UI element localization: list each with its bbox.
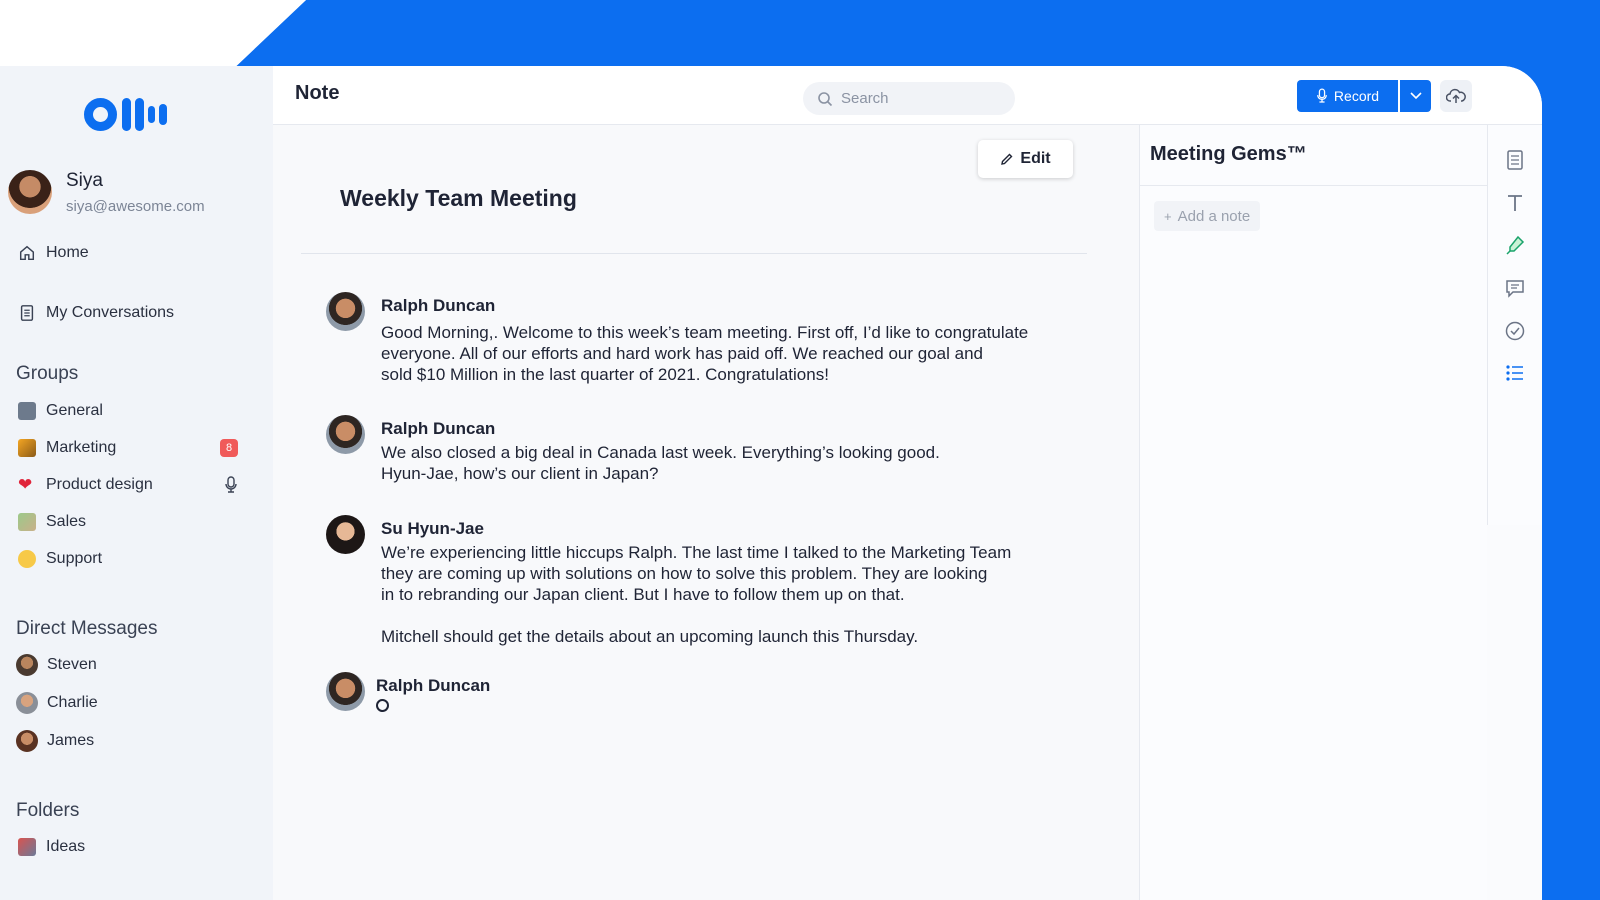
add-note-button[interactable]: + Add a note	[1154, 201, 1261, 231]
search-input[interactable]: Search	[803, 82, 1015, 115]
page-title: Note	[295, 82, 340, 104]
avatar	[16, 730, 38, 752]
meeting-title: Weekly Team Meeting	[340, 185, 577, 211]
mic-icon	[225, 476, 237, 493]
transcript-message[interactable]: Ralph Duncan We also closed a big deal i…	[326, 415, 1086, 495]
check-circle-icon[interactable]	[1504, 320, 1526, 342]
speaker-name: Ralph Duncan	[381, 419, 496, 438]
edit-button[interactable]: Edit	[978, 140, 1073, 178]
group-item-product-design[interactable]: ❤ Product design	[18, 476, 238, 494]
search-placeholder: Search	[841, 90, 889, 107]
dm-label: Charlie	[47, 694, 98, 711]
divider	[301, 253, 1087, 254]
user-name: Siya	[66, 170, 103, 191]
group-item-marketing[interactable]: Marketing 8	[18, 439, 238, 457]
chevron-down-icon	[1409, 92, 1422, 100]
group-label: Marketing	[46, 439, 117, 456]
money-emoji-icon	[18, 513, 36, 531]
avatar	[326, 672, 365, 711]
highlight-icon[interactable]	[1504, 234, 1526, 256]
nav-conversations[interactable]: My Conversations	[18, 304, 174, 322]
group-label: Support	[46, 550, 103, 567]
group-label: Product design	[46, 476, 153, 493]
edit-label: Edit	[1020, 150, 1051, 167]
unread-badge: 8	[220, 439, 238, 457]
speaker-name: Ralph Duncan	[381, 296, 496, 315]
record-label: Record	[1333, 88, 1380, 104]
right-rail	[1487, 125, 1542, 525]
otter-logo[interactable]	[84, 98, 168, 132]
avatar	[326, 415, 365, 454]
megaphone-emoji-icon	[18, 439, 36, 457]
message-text: Good Morning,. Welcome to this week’s te…	[381, 323, 1029, 384]
document-icon[interactable]	[1504, 149, 1526, 171]
avatar	[16, 654, 38, 676]
groups-heading: Groups	[16, 363, 79, 384]
gems-title: Meeting Gems™	[1150, 143, 1307, 165]
dm-label: Steven	[47, 656, 97, 673]
smile-emoji-icon	[18, 550, 36, 568]
text-icon[interactable]	[1504, 192, 1526, 214]
list-icon[interactable]	[1504, 362, 1526, 384]
message-text: We’re experiencing little hiccups Ralph.…	[381, 543, 1012, 646]
nav-home[interactable]: Home	[18, 244, 89, 262]
heart-emoji-icon: ❤	[18, 475, 33, 494]
plus-icon: +	[1164, 208, 1172, 224]
record-options-button[interactable]	[1400, 80, 1431, 112]
folder-item-ideas[interactable]: Ideas	[18, 838, 238, 856]
app-window: Siya siya@awesome.com Home My Conversati…	[0, 66, 1542, 900]
record-button[interactable]: Record	[1297, 80, 1398, 112]
meeting-gems-panel: Meeting Gems™ + Add a note	[1139, 125, 1488, 900]
sidebar: Siya siya@awesome.com Home My Conversati…	[0, 66, 273, 900]
message-text: We also closed a big deal in Canada last…	[381, 443, 940, 483]
mic-icon	[1316, 88, 1327, 103]
group-item-support[interactable]: Support	[18, 550, 238, 568]
nav-home-label: Home	[46, 244, 89, 261]
direct-messages-heading: Direct Messages	[16, 618, 158, 639]
group-item-general[interactable]: General	[18, 402, 238, 420]
dm-item-james[interactable]: James	[16, 730, 94, 752]
transcript-message[interactable]: Su Hyun-Jae We’re experiencing little hi…	[326, 515, 1086, 655]
home-icon	[19, 245, 35, 261]
group-item-sales[interactable]: Sales	[18, 513, 238, 531]
search-icon	[818, 91, 833, 106]
document-icon	[20, 305, 34, 321]
cloud-upload-icon	[1446, 88, 1466, 103]
top-header: Note Search Record	[273, 66, 1542, 125]
note-content: Edit Weekly Team Meeting Ralph Duncan Go…	[273, 125, 1139, 900]
pencil-icon	[1001, 153, 1013, 165]
dm-item-charlie[interactable]: Charlie	[16, 692, 98, 714]
folders-heading: Folders	[16, 800, 80, 821]
transcript-message[interactable]: Ralph Duncan Good Morning,. Welcome to t…	[326, 292, 1086, 392]
nav-conversations-label: My Conversations	[46, 304, 175, 321]
group-label: Sales	[46, 513, 87, 530]
building-emoji-icon	[18, 402, 36, 420]
rocket-emoji-icon	[18, 838, 36, 856]
user-avatar[interactable]	[8, 170, 52, 214]
avatar	[326, 292, 365, 331]
avatar	[16, 692, 38, 714]
user-email: siya@awesome.com	[66, 198, 205, 215]
speaker-name: Ralph Duncan	[376, 676, 491, 695]
avatar	[326, 515, 365, 554]
folder-label: Ideas	[46, 838, 86, 855]
group-label: General	[46, 402, 103, 419]
comment-icon[interactable]	[1504, 277, 1526, 299]
transcript-message[interactable]: Ralph Duncan	[326, 672, 1086, 732]
typing-indicator-icon	[376, 699, 389, 712]
dm-label: James	[47, 732, 95, 749]
add-note-label: Add a note	[1177, 207, 1251, 225]
divider	[1140, 185, 1488, 186]
upload-button[interactable]	[1440, 80, 1472, 112]
speaker-name: Su Hyun-Jae	[381, 519, 484, 538]
dm-item-steven[interactable]: Steven	[16, 654, 97, 676]
